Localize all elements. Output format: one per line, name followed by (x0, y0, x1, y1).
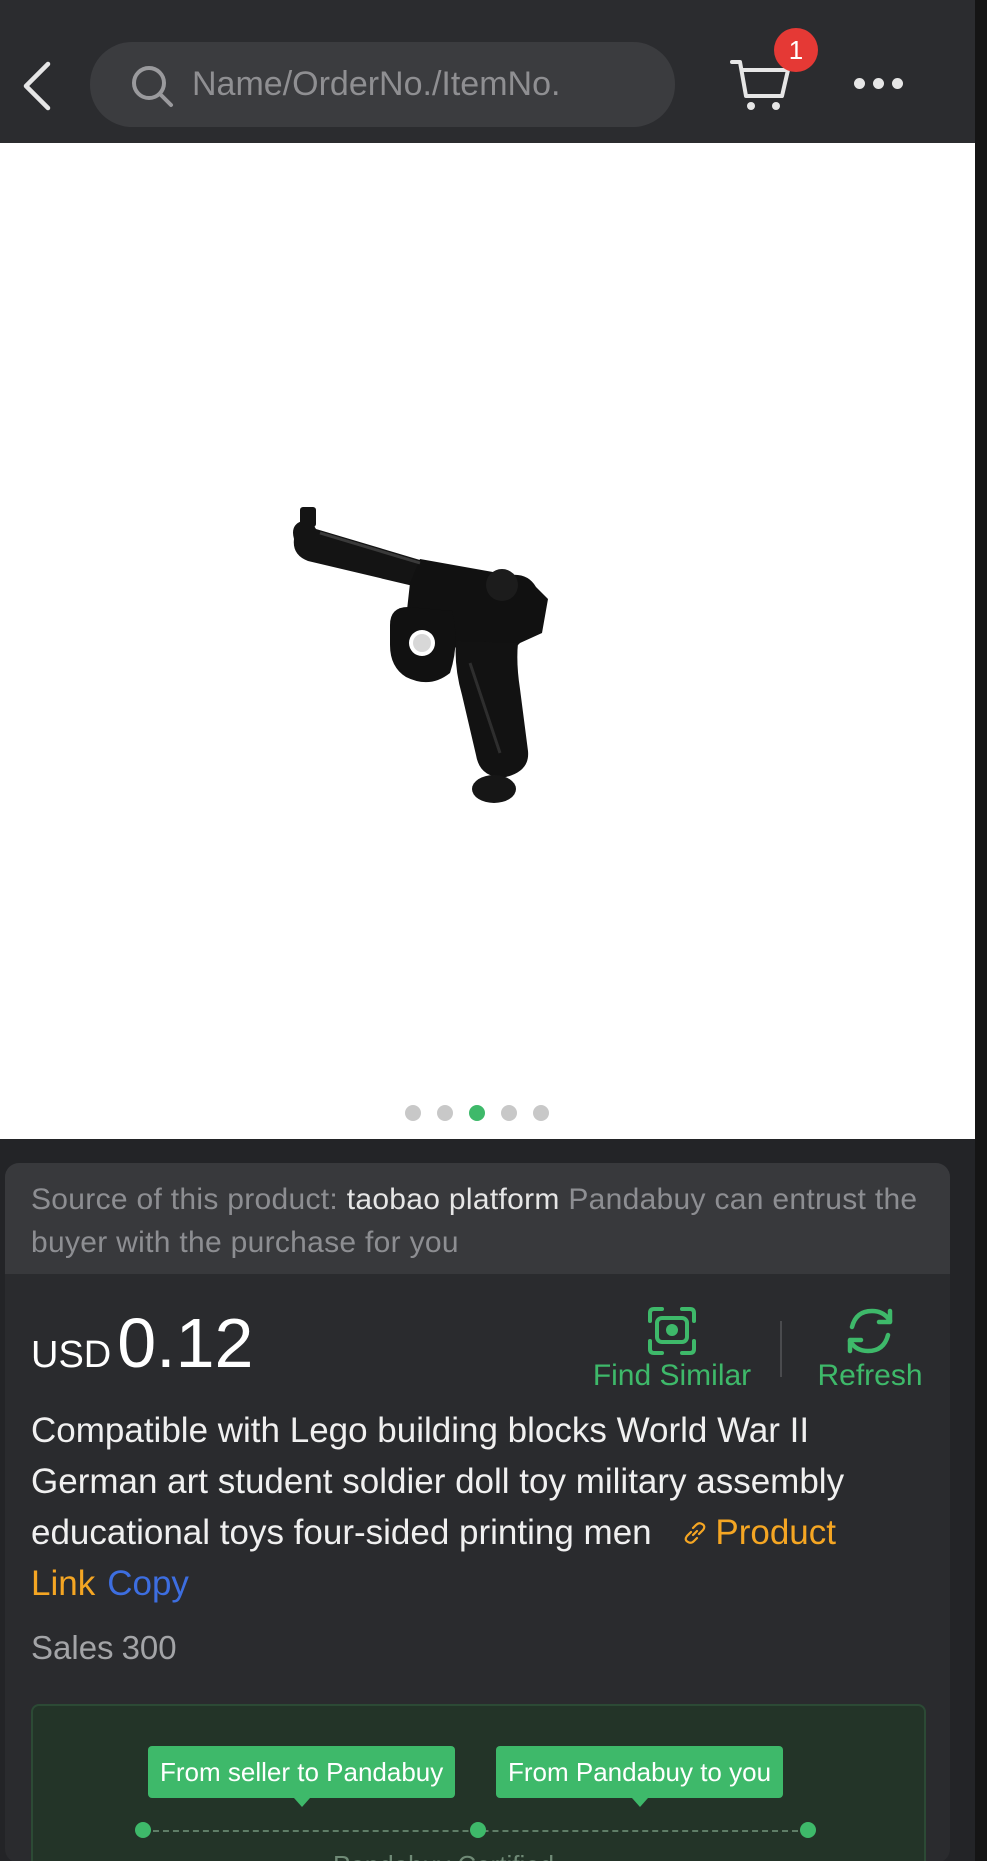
gallery-dot-1[interactable] (405, 1105, 421, 1121)
shipping-step-seller-to-pandabuy: From seller to Pandabuy (148, 1746, 456, 1807)
search-input[interactable] (192, 42, 652, 127)
price-value: 0.12 (117, 1304, 254, 1382)
refresh-label: Refresh (817, 1359, 923, 1392)
more-dots-icon (854, 78, 865, 89)
gallery-pagination (0, 1105, 955, 1123)
gallery-dot-4[interactable] (501, 1105, 517, 1121)
find-similar-label: Find Similar (592, 1359, 752, 1392)
refresh-icon (847, 1308, 893, 1354)
product-image (293, 507, 548, 803)
price: USD0.12 (31, 1303, 253, 1383)
sales-count: Sales 300 (31, 1629, 177, 1667)
gallery-dot-2[interactable] (437, 1105, 453, 1121)
sales-label: Sales (31, 1629, 114, 1666)
cart-count-badge: 1 (774, 28, 818, 72)
find-similar-button[interactable]: Find Similar (577, 1303, 767, 1393)
chevron-left-icon (23, 61, 51, 111)
route-point-pandabuy (470, 1822, 486, 1838)
product-info-card: Source of this product: taobao platform … (5, 1163, 950, 1861)
product-title-block: Compatible with Lego building blocks Wor… (31, 1405, 931, 1609)
price-currency: USD (31, 1334, 112, 1376)
more-options-button[interactable] (850, 70, 910, 100)
route-point-you (800, 1822, 816, 1838)
source-platform: taobao platform (346, 1183, 560, 1216)
camera-scan-icon (648, 1307, 696, 1355)
shipping-route: From seller to Pandabuy From Pandabuy to… (31, 1704, 926, 1861)
route-point-seller (135, 1822, 151, 1838)
top-bar: 1 (0, 0, 987, 143)
gallery-dot-3[interactable] (469, 1105, 485, 1121)
source-notice: Source of this product: taobao platform … (5, 1163, 950, 1274)
side-edge (975, 0, 987, 1861)
search-bar[interactable] (90, 42, 675, 127)
shipping-step-pandabuy-to-you: From Pandabuy to you (496, 1746, 784, 1807)
sales-value: 300 (121, 1629, 177, 1666)
copy-link-button[interactable]: Copy (107, 1564, 189, 1603)
shipping-sub-label: Pandabuy Certified (333, 1850, 554, 1861)
refresh-button[interactable]: Refresh (805, 1303, 935, 1393)
source-prefix: Source of this product: (31, 1183, 339, 1216)
back-button[interactable] (18, 58, 58, 114)
gallery-dot-5[interactable] (533, 1105, 549, 1121)
link-icon (685, 1522, 706, 1544)
search-icon (132, 66, 173, 107)
product-image-gallery[interactable] (0, 143, 975, 1139)
action-divider (780, 1321, 782, 1377)
